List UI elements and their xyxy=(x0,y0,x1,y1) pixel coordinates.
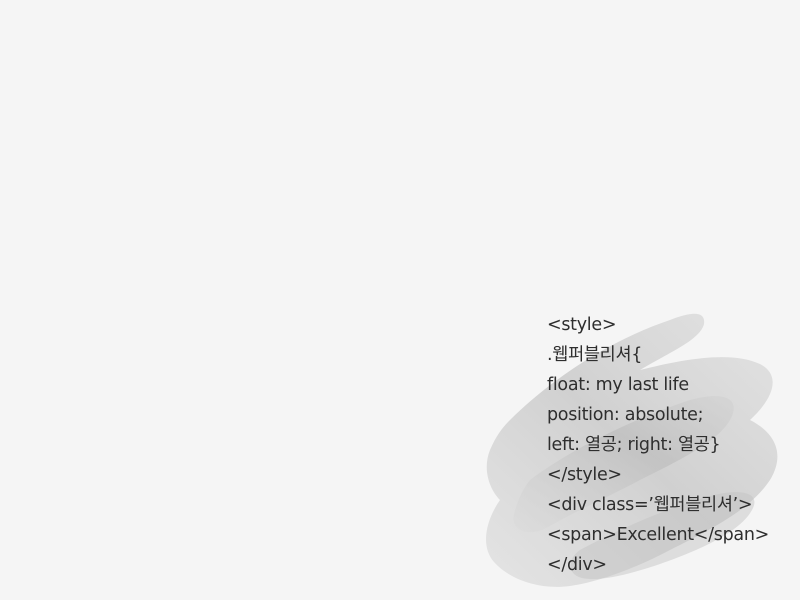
code-line-style-close: </style> xyxy=(547,465,622,485)
code-snippet: <style> .웹퍼블리셔{ float: my last life posi… xyxy=(547,310,769,580)
code-line-style-open: <style> xyxy=(547,315,617,335)
code-line-div-close: </div> xyxy=(547,555,607,575)
code-line-position: position: absolute; xyxy=(547,405,704,425)
code-line-div-open: <div class=’웹퍼블리셔’> xyxy=(547,495,753,515)
code-line-float: float: my last life xyxy=(547,375,689,395)
code-line-left-right: left: 열공; right: 열공} xyxy=(547,435,721,455)
code-line-selector: .웹퍼블리셔{ xyxy=(547,345,643,365)
code-line-span: <span>Excellent</span> xyxy=(547,525,769,545)
slide-canvas: <style> .웹퍼블리셔{ float: my last life posi… xyxy=(0,0,800,600)
